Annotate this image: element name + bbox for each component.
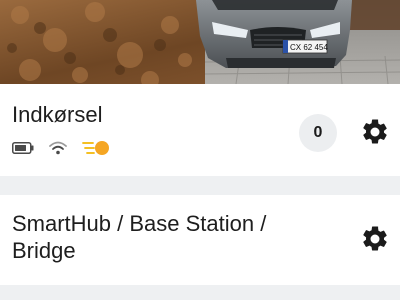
smarthub-card[interactable]: SmartHub / Base Station / Bridge [0, 195, 400, 285]
battery-icon [12, 142, 34, 154]
gear-icon[interactable] [360, 224, 390, 254]
gear-icon[interactable] [360, 117, 390, 147]
license-plate-text: CX 62 454 [290, 43, 328, 52]
wifi-icon [49, 141, 67, 155]
camera-snapshot-image: CX 62 454 [0, 0, 400, 84]
camera-card[interactable]: Indkørsel 0 [0, 84, 400, 176]
camera-name: Indkørsel [12, 102, 103, 127]
camera-status-icons [12, 139, 124, 157]
event-count-badge[interactable]: 0 [299, 114, 337, 152]
light-sensor-icon [82, 141, 109, 155]
camera-snapshot[interactable]: CX 62 454 [0, 0, 400, 84]
smarthub-name: SmartHub / Base Station / Bridge [12, 211, 267, 263]
